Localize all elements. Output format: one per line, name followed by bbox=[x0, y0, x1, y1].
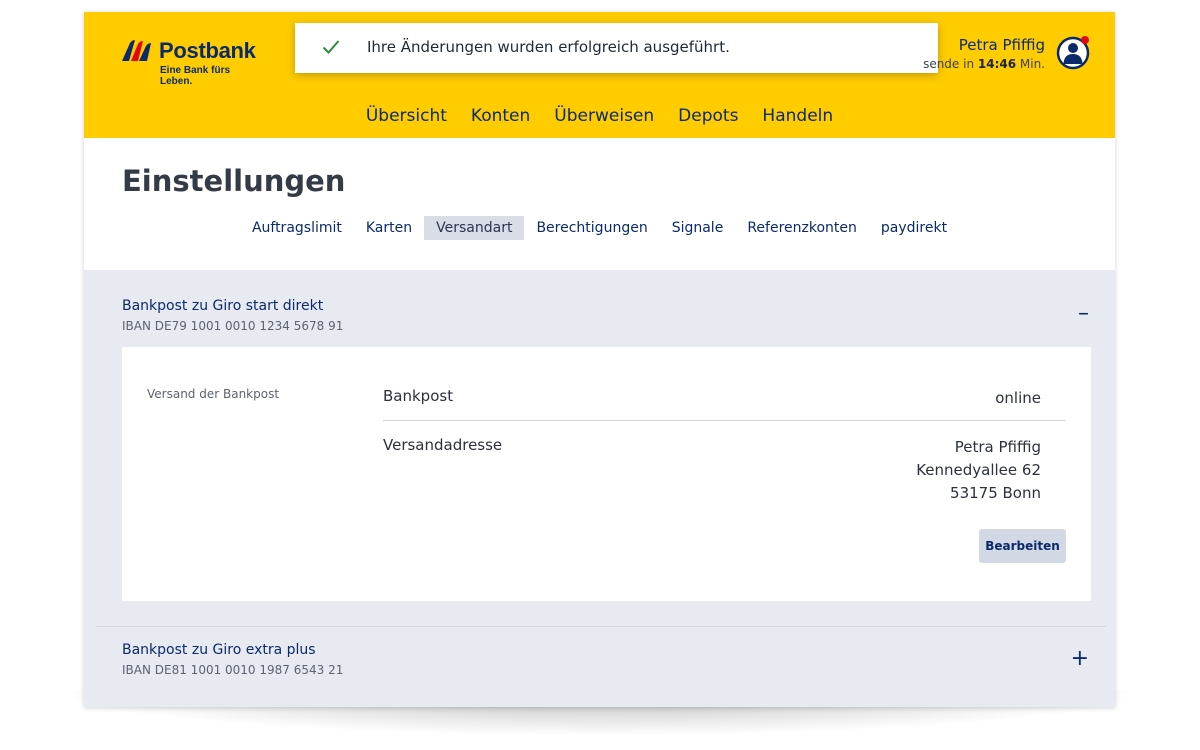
user-name[interactable]: Petra Pfiffig bbox=[959, 36, 1045, 54]
tab-paydirekt[interactable]: paydirekt bbox=[869, 216, 959, 240]
settings-header: Einstellungen Auftragslimit Karten Versa… bbox=[84, 138, 1115, 270]
account-accordion-header[interactable]: Bankpost zu Giro start direkt IBAN DE79 … bbox=[84, 282, 1115, 352]
session-prefix: sende in bbox=[923, 57, 978, 71]
success-toast: Ihre Änderungen wurden erfolgreich ausge… bbox=[295, 23, 938, 73]
session-suffix: Min. bbox=[1016, 57, 1045, 71]
toast-message: Ihre Änderungen wurden erfolgreich ausge… bbox=[367, 38, 730, 56]
user-avatar-icon[interactable] bbox=[1056, 34, 1092, 70]
address-block: Petra Pfiffig Kennedyallee 62 53175 Bonn bbox=[916, 436, 1041, 505]
account-iban: IBAN DE81 1001 0010 1987 6543 21 bbox=[122, 663, 344, 677]
browser-frame: Postbank Eine Bank fürs Leben. Ihre Ände… bbox=[84, 12, 1115, 707]
collapse-icon[interactable]: – bbox=[1078, 301, 1089, 326]
nav-ueberweisen[interactable]: Überweisen bbox=[554, 106, 654, 126]
detail-key: Bankpost bbox=[383, 387, 454, 405]
account-accordion-header[interactable]: Bankpost zu Giro extra plus IBAN DE81 10… bbox=[84, 627, 1115, 697]
account-title: Bankpost zu Giro start direkt bbox=[122, 298, 324, 314]
tab-versandart[interactable]: Versandart bbox=[424, 216, 525, 240]
page-title: Einstellungen bbox=[122, 164, 346, 198]
account-iban: IBAN DE79 1001 0010 1234 5678 91 bbox=[122, 319, 344, 333]
tab-auftragslimit[interactable]: Auftragslimit bbox=[240, 216, 354, 240]
header: Postbank Eine Bank fürs Leben. Ihre Ände… bbox=[84, 12, 1115, 138]
session-timer: sende in 14:46 Min. bbox=[923, 57, 1045, 71]
account-title: Bankpost zu Giro extra plus bbox=[122, 642, 316, 658]
nav-uebersicht[interactable]: Übersicht bbox=[366, 106, 447, 126]
nav-handeln[interactable]: Handeln bbox=[762, 106, 833, 126]
edit-button[interactable]: Bearbeiten bbox=[979, 529, 1066, 563]
nav-depots[interactable]: Depots bbox=[678, 106, 738, 126]
postbank-logo-icon bbox=[122, 40, 151, 61]
expand-icon[interactable]: + bbox=[1071, 646, 1089, 671]
address-street: Kennedyallee 62 bbox=[916, 461, 1041, 479]
divider bbox=[383, 420, 1066, 421]
settings-tabs: Auftragslimit Karten Versandart Berechti… bbox=[84, 216, 1115, 240]
address-name: Petra Pfiffig bbox=[954, 438, 1041, 456]
main-nav: Übersicht Konten Überweisen Depots Hande… bbox=[84, 106, 1115, 126]
postbank-logo[interactable]: Postbank Eine Bank fürs Leben. bbox=[120, 38, 260, 87]
check-icon bbox=[322, 40, 340, 54]
detail-value: online bbox=[995, 389, 1041, 407]
tab-referenzkonten[interactable]: Referenzkonten bbox=[735, 216, 869, 240]
bankpost-details-panel: Versand der Bankpost Bankpost online Ver… bbox=[122, 347, 1091, 601]
tab-berechtigungen[interactable]: Berechtigungen bbox=[524, 216, 659, 240]
detail-key: Versandadresse bbox=[383, 436, 503, 454]
nav-konten[interactable]: Konten bbox=[471, 106, 530, 126]
address-city: 53175 Bonn bbox=[950, 484, 1041, 502]
logo-claim: Eine Bank fürs Leben. bbox=[160, 65, 231, 87]
session-time: 14:46 bbox=[977, 57, 1017, 71]
tab-karten[interactable]: Karten bbox=[354, 216, 424, 240]
tab-signale[interactable]: Signale bbox=[660, 216, 736, 240]
logo-wordmark: Postbank bbox=[159, 38, 256, 63]
section-label: Versand der Bankpost bbox=[147, 387, 280, 401]
